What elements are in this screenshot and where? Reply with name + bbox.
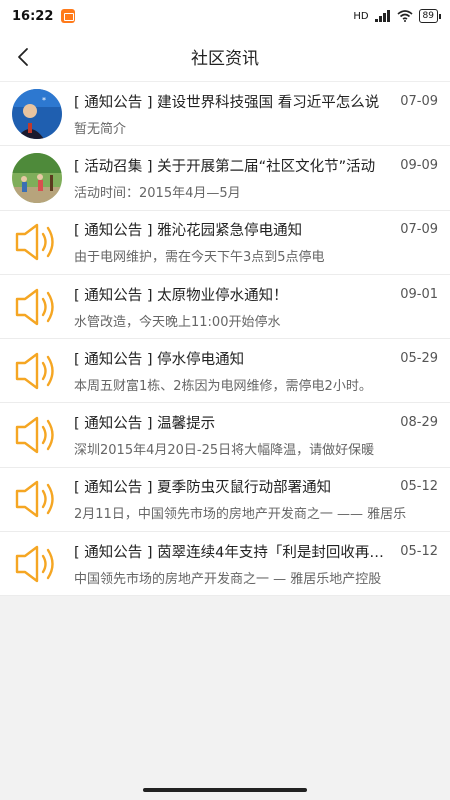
chevron-left-icon xyxy=(18,48,28,66)
network-type-label: HD xyxy=(353,10,369,22)
notice-thumbnail xyxy=(12,474,62,524)
item-summary: 深圳2015年4月20日-25日将大幅降温，请做好保暖 xyxy=(74,443,375,459)
notice-thumbnail xyxy=(12,217,62,267)
notice-thumbnail xyxy=(12,282,62,332)
home-indicator[interactable] xyxy=(143,788,307,792)
svg-text:*: * xyxy=(42,96,46,105)
speaker-icon xyxy=(15,416,54,454)
item-summary: 活动时间：2015年4月—5月 xyxy=(74,185,241,201)
page-title: 社区资讯 xyxy=(191,49,259,69)
speaker-icon xyxy=(15,481,54,518)
signal-icon xyxy=(374,10,390,22)
item-summary: 本周五财富1栋、2栋因为电网维修，需停电2小时。 xyxy=(74,378,372,394)
item-summary: 暂无简介 xyxy=(74,121,127,137)
status-bar: 16:22 HD 89 xyxy=(0,0,450,32)
back-button[interactable] xyxy=(8,42,38,72)
list-item[interactable]: [ 通知公告 ] 茵翠连续4年支持「利是封回收再用」 05-12 中国领先市场的… xyxy=(0,532,450,597)
item-title: [ 通知公告 ] 停水停电通知 xyxy=(74,351,245,368)
list-item[interactable]: [ 通知公告 ] 太原物业停水通知！ 09-01 水管改造，今天晚上11:00开… xyxy=(0,275,450,340)
item-summary: 由于电网维护，需在今天下午3点到5点停电 xyxy=(74,250,325,266)
park-photo-icon xyxy=(12,152,62,203)
news-list: * [ 通知公告 ] 建设世界科技强国 看习近平怎么说 07-09 暂无简介 [… xyxy=(0,82,450,597)
item-title: [ 通知公告 ] 太原物业停水通知！ xyxy=(74,287,288,304)
person-photo-icon: * xyxy=(12,88,62,139)
notice-thumbnail xyxy=(12,539,62,589)
list-item[interactable]: [ 通知公告 ] 停水停电通知 05-29 本周五财富1栋、2栋因为电网维修，需… xyxy=(0,339,450,404)
item-title: [ 通知公告 ] 建设世界科技强国 看习近平怎么说 xyxy=(74,94,380,111)
item-date: 05-29 xyxy=(400,350,438,366)
activity-thumbnail xyxy=(12,152,62,203)
item-date: 09-01 xyxy=(400,286,438,302)
item-date: 05-12 xyxy=(400,479,438,495)
item-summary: 中国领先市场的房地产开发商之一 — 雅居乐地产控股 xyxy=(74,571,382,587)
item-date: 08-29 xyxy=(400,415,438,431)
list-item[interactable]: [ 通知公告 ] 雅沁花园紧急停电通知 07-09 由于电网维护，需在今天下午3… xyxy=(0,211,450,275)
item-title: [ 通知公告 ] 夏季防虫灭鼠行动部署通知 xyxy=(74,480,332,497)
item-title: [ 活动召集 ] 关于开展第二届“社区文化节”活动 xyxy=(74,158,376,175)
speaker-icon xyxy=(15,352,54,390)
list-item[interactable]: [ 通知公告 ] 温馨提示 08-29 深圳2015年4月20日-25日将大幅降… xyxy=(0,403,450,468)
item-date: 05-12 xyxy=(400,543,438,559)
status-indicators: HD 89 xyxy=(353,9,442,23)
item-date: 07-09 xyxy=(400,93,438,109)
item-title: [ 通知公告 ] 茵翠连续4年支持「利是封回收再用」 xyxy=(74,544,395,561)
list-item[interactable]: [ 活动召集 ] 关于开展第二届“社区文化节”活动 09-09 活动时间：201… xyxy=(0,146,450,211)
item-date: 09-09 xyxy=(400,157,438,173)
speaker-icon xyxy=(15,545,54,582)
item-title: [ 通知公告 ] 雅沁花园紧急停电通知 xyxy=(74,223,303,240)
item-summary: 水管改造，今天晚上11:00开始停水 xyxy=(74,314,281,330)
wifi-icon xyxy=(397,10,413,22)
navigation-bar: 社区资讯 xyxy=(0,32,450,82)
item-summary: 2月11日，中国领先市场的房地产开发商之一 —— 雅居乐 xyxy=(74,507,407,523)
battery-indicator: 89 xyxy=(418,9,442,23)
list-item[interactable]: * [ 通知公告 ] 建设世界科技强国 看习近平怎么说 07-09 暂无简介 xyxy=(0,82,450,147)
item-date: 07-09 xyxy=(400,222,438,238)
status-time: 16:22 xyxy=(12,8,54,24)
notice-thumbnail xyxy=(12,410,62,460)
speaker-icon xyxy=(15,224,54,261)
message-box-icon xyxy=(61,9,76,23)
news-thumbnail: * xyxy=(12,88,62,139)
notice-thumbnail xyxy=(12,346,62,396)
speaker-icon xyxy=(15,288,54,325)
list-item[interactable]: [ 通知公告 ] 夏季防虫灭鼠行动部署通知 05-12 2月11日，中国领先市场… xyxy=(0,468,450,533)
item-title: [ 通知公告 ] 温馨提示 xyxy=(74,416,216,433)
